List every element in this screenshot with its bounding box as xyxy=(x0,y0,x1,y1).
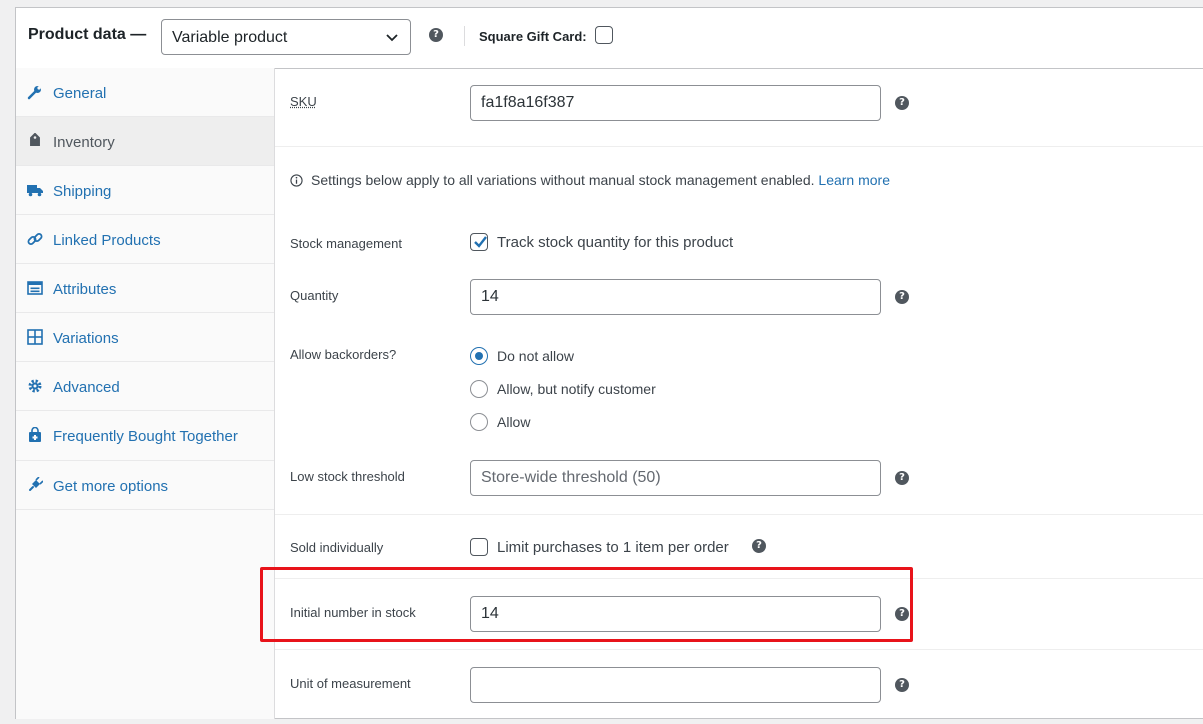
tab-shipping[interactable]: Shipping xyxy=(16,166,274,215)
info-text: Settings below apply to all variations w… xyxy=(311,172,815,188)
tab-label: Advanced xyxy=(53,379,120,396)
sku-input[interactable]: fa1f8a16f387 xyxy=(470,85,881,121)
help-icon[interactable]: ? xyxy=(752,539,766,553)
stock-management-label: Stock management xyxy=(290,236,403,251)
info-icon xyxy=(290,174,303,187)
link-icon xyxy=(27,233,43,245)
tab-get-more-options[interactable]: Get more options xyxy=(16,461,274,510)
panel-title: Product data — xyxy=(28,26,147,43)
sku-value: fa1f8a16f387 xyxy=(481,94,575,111)
gift-card-checkbox[interactable] xyxy=(595,26,613,44)
tab-label: Frequently Bought Together xyxy=(53,428,238,445)
sold-individually-checkbox[interactable] xyxy=(470,538,488,556)
tab-label: Get more options xyxy=(53,478,169,495)
help-icon[interactable]: ? xyxy=(895,678,909,692)
unit-label: Unit of measurement xyxy=(290,676,411,691)
learn-more-link[interactable]: Learn more xyxy=(818,172,890,188)
backorder-radio-do-not-allow[interactable] xyxy=(470,347,488,365)
gift-card-label: Square Gift Card: xyxy=(479,29,587,44)
help-icon[interactable]: ? xyxy=(895,471,909,485)
section-divider xyxy=(275,514,1203,515)
quantity-input[interactable]: 14 xyxy=(470,279,881,315)
section-divider xyxy=(275,649,1203,650)
backorder-option-label: Allow, but notify customer xyxy=(497,381,656,397)
wrench-icon xyxy=(27,86,41,100)
tab-general[interactable]: General xyxy=(16,68,274,117)
product-type-select[interactable]: Variable product xyxy=(161,19,411,55)
tab-linked-products[interactable]: Linked Products xyxy=(16,215,274,264)
backorder-option-label: Do not allow xyxy=(497,348,575,364)
sold-individually-label: Sold individually xyxy=(290,540,384,555)
plugin-icon xyxy=(29,477,43,491)
tab-label: Attributes xyxy=(53,281,117,298)
chevron-down-icon xyxy=(386,34,398,42)
list-icon xyxy=(27,281,43,295)
section-divider xyxy=(275,146,1203,147)
initial-stock-label: Initial number in stock xyxy=(290,605,416,620)
tag-icon xyxy=(30,133,40,146)
backorder-option-label: Allow xyxy=(497,414,531,430)
tab-label: General xyxy=(53,85,107,102)
tab-label: Inventory xyxy=(53,134,115,151)
quantity-label: Quantity xyxy=(290,288,339,303)
tab-label: Variations xyxy=(53,330,119,347)
product-data-tabs: General Inventory Shipping Linked Produc… xyxy=(16,68,275,719)
stock-info-note: Settings below apply to all variations w… xyxy=(290,172,890,188)
gear-icon xyxy=(28,379,42,393)
help-icon[interactable]: ? xyxy=(895,96,909,110)
sold-individually-option: Limit purchases to 1 item per order xyxy=(497,539,729,556)
backorder-radio-notify[interactable] xyxy=(470,380,488,398)
tab-advanced[interactable]: Advanced xyxy=(16,362,274,411)
unit-input[interactable] xyxy=(470,667,881,703)
tab-inventory[interactable]: Inventory xyxy=(16,117,274,166)
initial-stock-input[interactable]: 14 xyxy=(470,596,881,632)
product-data-panel: Product data — Variable product ? Square… xyxy=(15,7,1203,719)
section-divider xyxy=(275,578,1203,579)
inventory-panel: SKU fa1f8a16f387 ? Settings below apply … xyxy=(275,68,1203,719)
backorder-radio-allow[interactable] xyxy=(470,413,488,431)
tab-variations[interactable]: Variations xyxy=(16,313,274,362)
help-icon[interactable]: ? xyxy=(429,28,443,42)
truck-icon xyxy=(27,185,43,197)
low-stock-label: Low stock threshold xyxy=(290,469,405,484)
tab-label: Linked Products xyxy=(53,232,161,249)
panel-header: Product data — Variable product ? Square… xyxy=(16,8,1203,69)
grid-icon xyxy=(27,329,43,345)
checkmark-icon xyxy=(474,236,487,248)
tab-label: Shipping xyxy=(53,183,112,200)
track-stock-checkbox[interactable] xyxy=(470,233,488,251)
low-stock-input[interactable]: Store-wide threshold (50) xyxy=(470,460,881,496)
product-type-value: Variable product xyxy=(172,29,288,46)
quantity-value: 14 xyxy=(481,288,499,305)
low-stock-placeholder: Store-wide threshold (50) xyxy=(481,469,661,486)
tab-attributes[interactable]: Attributes xyxy=(16,264,274,313)
bag-icon xyxy=(29,427,41,442)
tab-frequently-bought-together[interactable]: Frequently Bought Together xyxy=(16,411,274,461)
sku-label: SKU xyxy=(290,94,317,109)
help-icon[interactable]: ? xyxy=(895,607,909,621)
header-divider xyxy=(464,26,465,46)
initial-stock-value: 14 xyxy=(481,605,499,622)
help-icon[interactable]: ? xyxy=(895,290,909,304)
backorders-label: Allow backorders? xyxy=(290,347,397,362)
track-stock-label: Track stock quantity for this product xyxy=(497,234,734,251)
